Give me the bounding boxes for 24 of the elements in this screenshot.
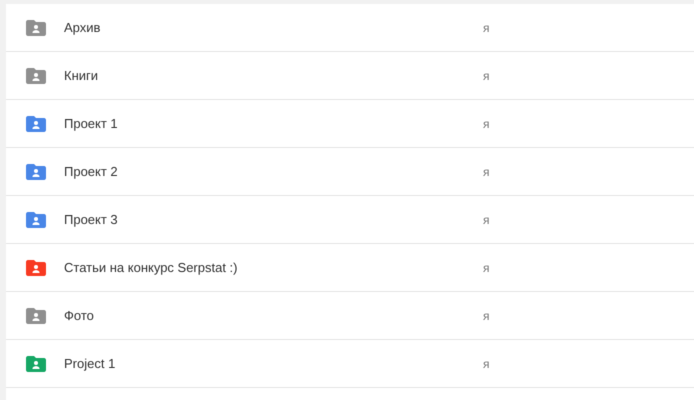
- folder-name: Архив: [64, 20, 102, 35]
- folder-row[interactable]: Архив я: [6, 4, 694, 52]
- owner-name: я: [483, 68, 490, 82]
- folder-row[interactable]: Статьи на конкурс Serpstat :) я: [6, 244, 694, 292]
- owner-name: я: [483, 116, 490, 130]
- folder-name: Статьи на конкурс Serpstat :): [64, 260, 239, 275]
- folder-name: Проект 2: [64, 164, 119, 179]
- folder-row[interactable]: Фото я: [6, 292, 694, 340]
- folder-name: Книги: [64, 68, 100, 83]
- owner-name: я: [483, 212, 490, 226]
- folder-row[interactable]: Проект 3 я: [6, 196, 694, 244]
- folder-row[interactable]: Книги я: [6, 52, 694, 100]
- folder-name: Проект 3: [64, 212, 119, 227]
- owner-name: я: [483, 308, 490, 322]
- folder-row[interactable]: Project 1 я: [6, 340, 694, 388]
- owner-name: я: [483, 20, 490, 34]
- owner-name: я: [483, 260, 490, 274]
- owner-name: я: [483, 356, 490, 370]
- folder-row[interactable]: Проект 1 я: [6, 100, 694, 148]
- folder-name: Фото: [64, 308, 95, 323]
- folder-row[interactable]: Проект 2 я: [6, 148, 694, 196]
- folder-name: Проект 1: [64, 116, 119, 131]
- folder-name: Project 1: [64, 356, 116, 371]
- owner-name: я: [483, 164, 490, 178]
